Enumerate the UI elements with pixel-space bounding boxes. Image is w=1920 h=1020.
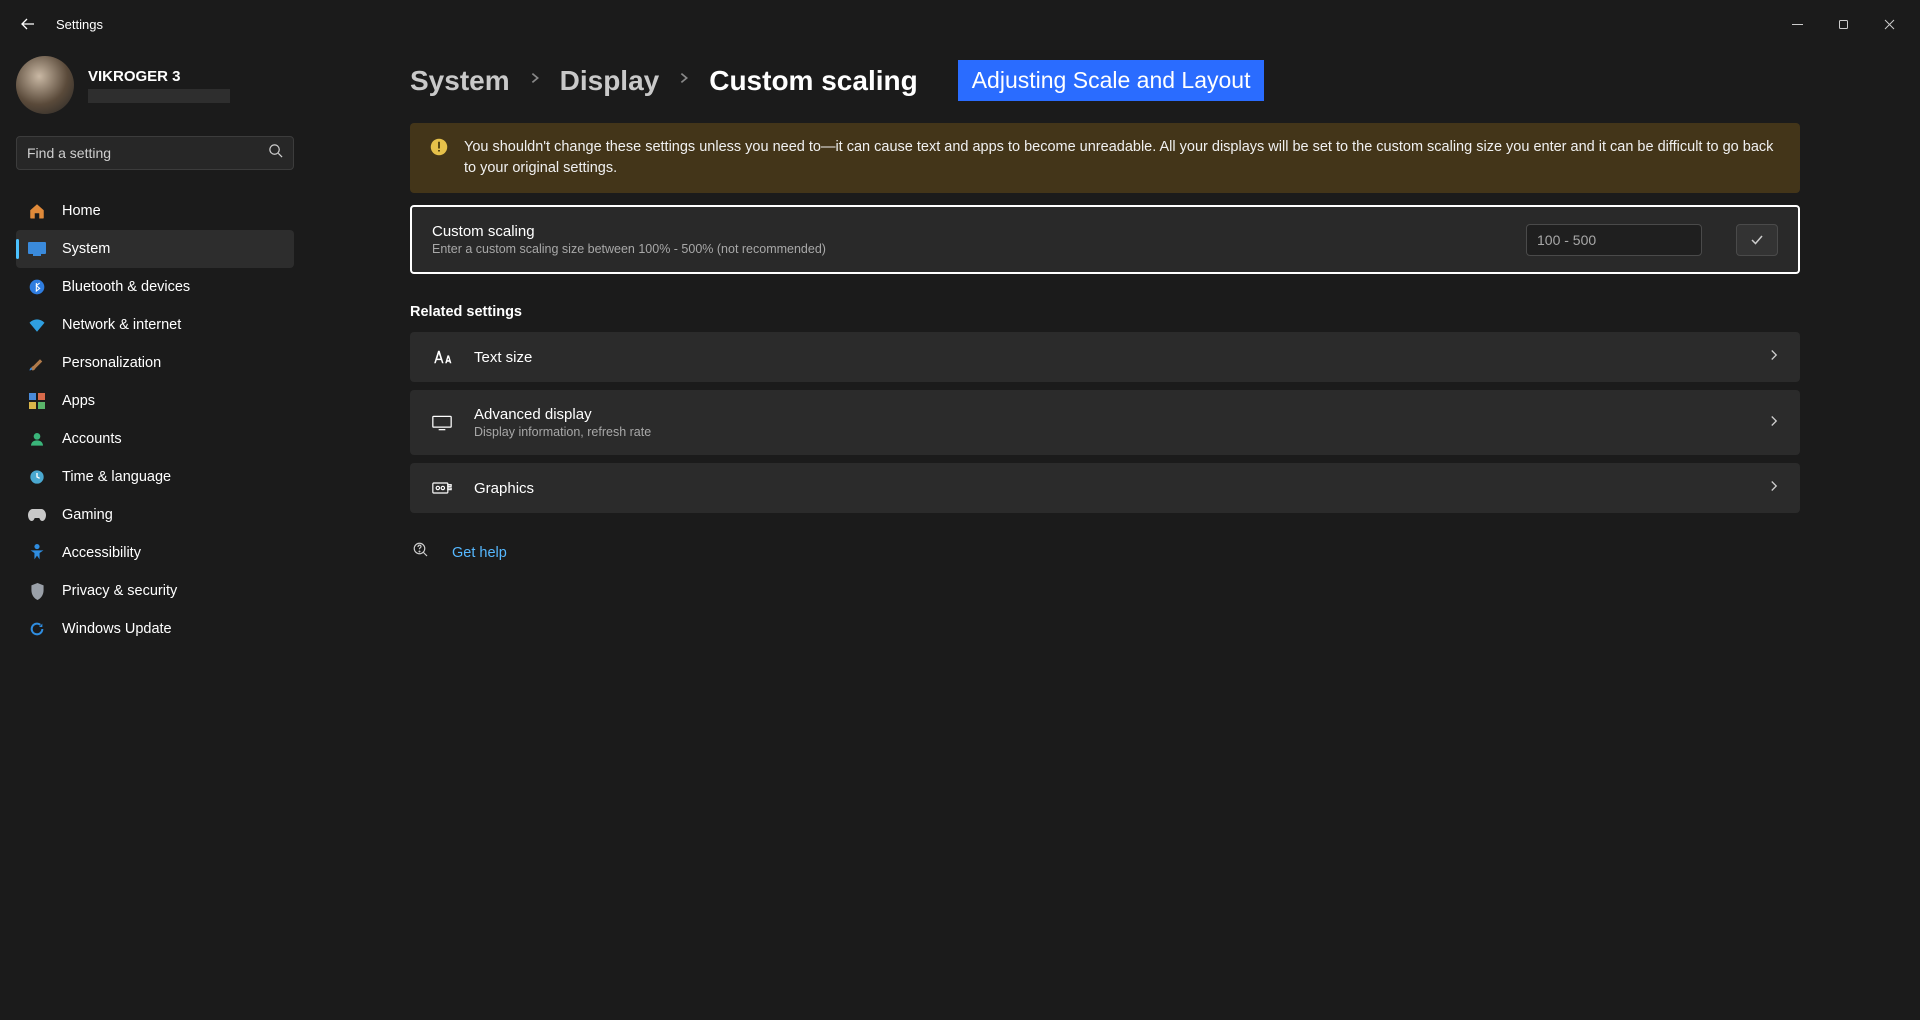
main-panel: System Display Custom scaling Adjusting … <box>310 48 1920 1020</box>
chevron-right-icon <box>1768 479 1780 497</box>
nav-label: Home <box>62 203 101 219</box>
chevron-right-icon <box>1768 414 1780 432</box>
custom-scaling-card: Custom scaling Enter a custom scaling si… <box>410 205 1800 274</box>
nav-privacy[interactable]: Privacy & security <box>16 572 294 610</box>
maximize-icon <box>1838 19 1849 30</box>
nav-time-language[interactable]: Time & language <box>16 458 294 496</box>
nav-label: Accessibility <box>62 545 141 561</box>
back-arrow-icon <box>20 16 36 32</box>
text-size-row[interactable]: Text size <box>410 332 1800 382</box>
nav-accessibility[interactable]: Accessibility <box>16 534 294 572</box>
annotation-overlay: Adjusting Scale and Layout <box>958 60 1265 101</box>
avatar <box>16 56 74 114</box>
breadcrumb: System Display Custom scaling Adjusting … <box>410 60 1800 101</box>
advanced-display-sub: Display information, refresh rate <box>474 425 1748 439</box>
nav-label: Bluetooth & devices <box>62 279 190 295</box>
nav-apps[interactable]: Apps <box>16 382 294 420</box>
nav-system[interactable]: System <box>16 230 294 268</box>
advanced-display-title: Advanced display <box>474 406 1748 423</box>
bluetooth-icon <box>28 278 46 296</box>
system-icon <box>28 240 46 258</box>
breadcrumb-display[interactable]: Display <box>560 65 660 97</box>
nav-home[interactable]: Home <box>16 192 294 230</box>
text-size-title: Text size <box>474 349 1748 366</box>
warning-icon <box>430 138 448 156</box>
nav-windows-update[interactable]: Windows Update <box>16 610 294 648</box>
back-button[interactable] <box>8 4 48 44</box>
profile-email-redacted <box>88 89 230 103</box>
nav-label: Windows Update <box>62 621 172 637</box>
nav-label: Network & internet <box>62 317 181 333</box>
chevron-right-icon <box>528 71 542 90</box>
nav-label: System <box>62 241 110 257</box>
nav-label: Accounts <box>62 431 122 447</box>
graphics-row[interactable]: Graphics <box>410 463 1800 513</box>
apply-button[interactable] <box>1736 224 1778 256</box>
breadcrumb-current: Custom scaling <box>709 65 917 97</box>
profile-name: VIKROGER 3 <box>88 68 230 85</box>
wifi-icon <box>28 316 46 334</box>
monitor-icon <box>430 415 454 431</box>
checkmark-icon <box>1749 232 1765 248</box>
paintbrush-icon <box>28 354 46 372</box>
accessibility-icon <box>28 544 46 562</box>
shield-icon <box>28 582 46 600</box>
custom-scaling-title: Custom scaling <box>432 223 1506 240</box>
search-icon <box>268 143 283 163</box>
text-size-icon <box>430 349 454 365</box>
nav-personalization[interactable]: Personalization <box>16 344 294 382</box>
window-title: Settings <box>56 17 103 32</box>
nav-label: Apps <box>62 393 95 409</box>
nav-label: Privacy & security <box>62 583 177 599</box>
person-icon <box>28 430 46 448</box>
custom-scaling-input[interactable] <box>1526 224 1702 256</box>
graphics-title: Graphics <box>474 480 1748 497</box>
nav-gaming[interactable]: Gaming <box>16 496 294 534</box>
get-help-link[interactable]: Get help <box>452 545 507 561</box>
help-icon <box>412 541 430 564</box>
nav-bluetooth[interactable]: Bluetooth & devices <box>16 268 294 306</box>
related-settings-heading: Related settings <box>410 304 1800 320</box>
maximize-button[interactable] <box>1820 8 1866 40</box>
close-button[interactable] <box>1866 8 1912 40</box>
clock-icon <box>28 468 46 486</box>
nav-network[interactable]: Network & internet <box>16 306 294 344</box>
graphics-icon <box>430 480 454 496</box>
update-icon <box>28 620 46 638</box>
custom-scaling-sub: Enter a custom scaling size between 100%… <box>432 242 1506 256</box>
chevron-right-icon <box>677 71 691 90</box>
nav-label: Time & language <box>62 469 171 485</box>
gamepad-icon <box>28 506 46 524</box>
search-box[interactable] <box>16 136 294 170</box>
profile-block[interactable]: VIKROGER 3 <box>16 56 294 114</box>
home-icon <box>28 202 46 220</box>
nav-label: Gaming <box>62 507 113 523</box>
warning-banner: You shouldn't change these settings unle… <box>410 123 1800 193</box>
help-row: Get help <box>410 541 1800 564</box>
nav-accounts[interactable]: Accounts <box>16 420 294 458</box>
minimize-icon <box>1792 19 1803 30</box>
minimize-button[interactable] <box>1774 8 1820 40</box>
sidebar: VIKROGER 3 Home System Bluetooth & devic… <box>0 48 310 1020</box>
breadcrumb-system[interactable]: System <box>410 65 510 97</box>
chevron-right-icon <box>1768 348 1780 366</box>
close-icon <box>1884 19 1895 30</box>
advanced-display-row[interactable]: Advanced display Display information, re… <box>410 390 1800 455</box>
apps-icon <box>28 392 46 410</box>
warning-text: You shouldn't change these settings unle… <box>464 137 1780 179</box>
nav-label: Personalization <box>62 355 161 371</box>
search-input[interactable] <box>27 145 268 161</box>
window-controls <box>1774 8 1912 40</box>
titlebar: Settings <box>0 0 1920 48</box>
